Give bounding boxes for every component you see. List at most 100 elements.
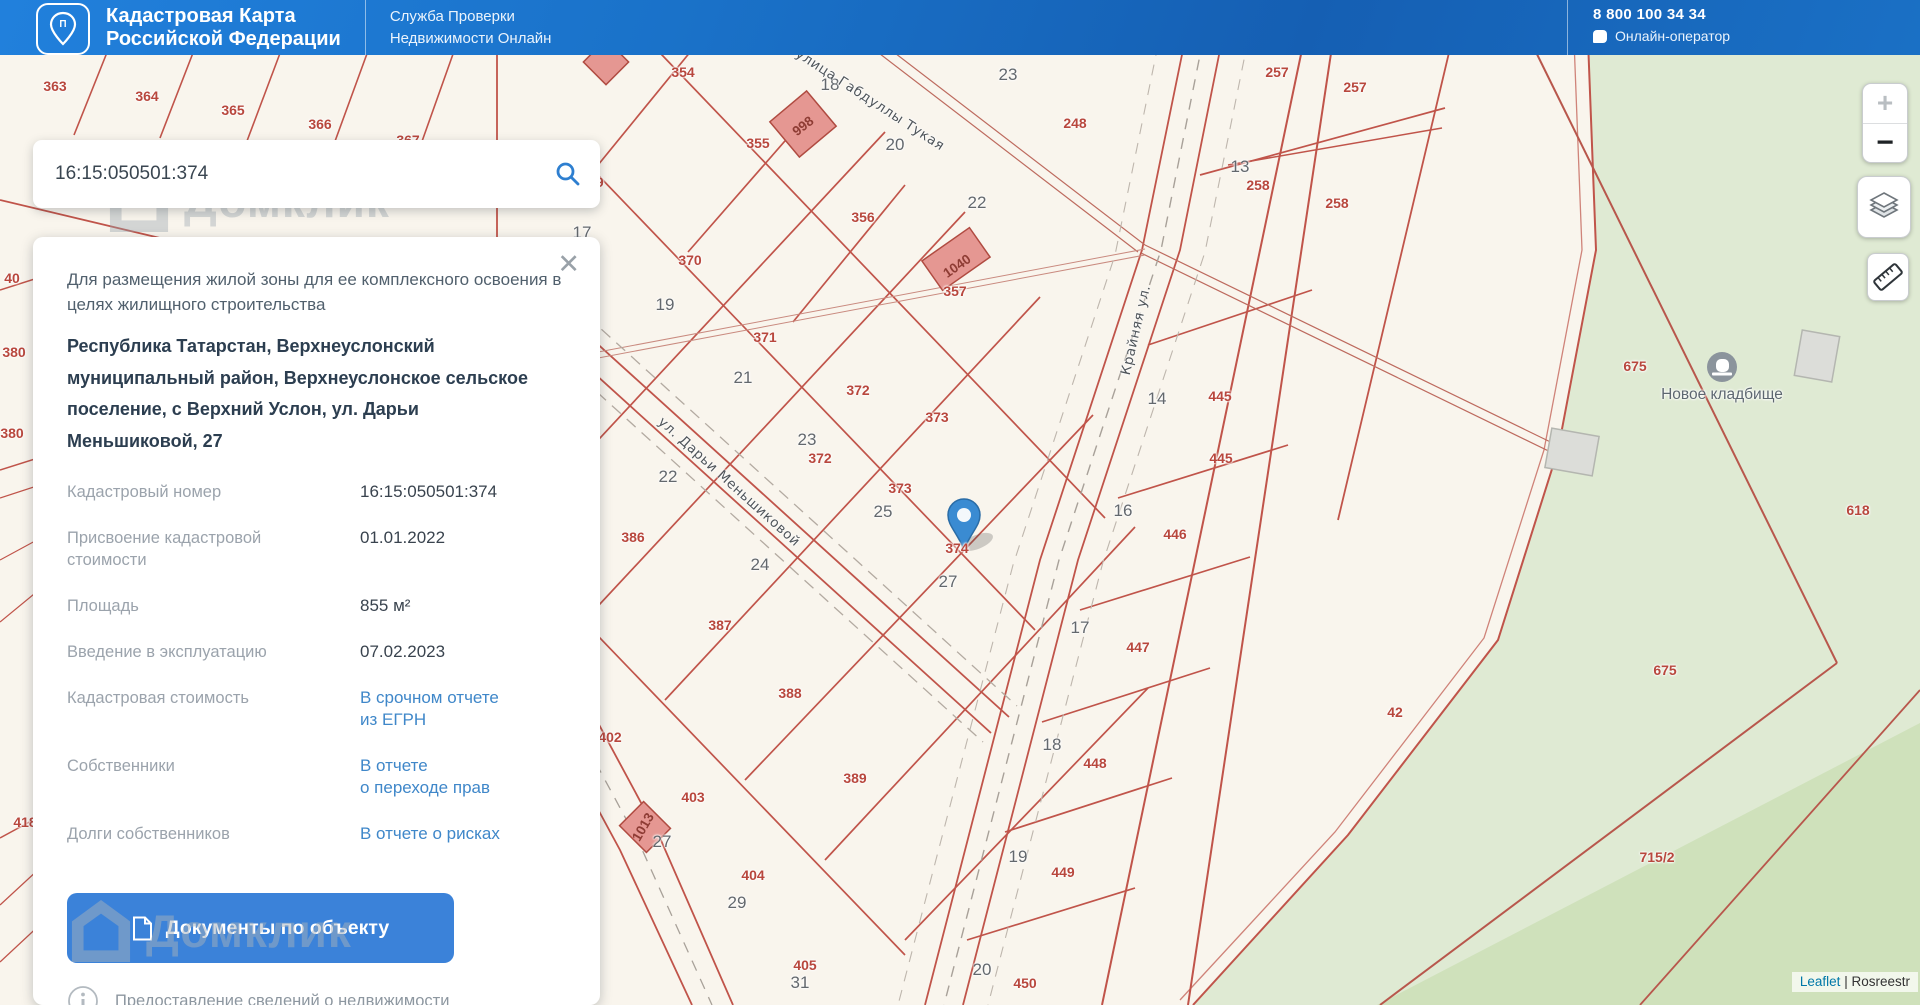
document-icon — [132, 916, 152, 940]
detail-label: Собственники — [67, 757, 175, 775]
parcel-number-label: 380 — [2, 344, 26, 360]
header-divider — [364, 0, 366, 55]
object-info-panel: ✕ Для размещения жилой зоны для ее компл… — [33, 237, 600, 1005]
online-operator-button[interactable]: Онлайн-оператор — [1593, 28, 1920, 44]
parcel-number-label: 373 — [925, 409, 949, 425]
parcel-number-label: 380 — [0, 425, 24, 441]
parcel-number-label: 675 — [1653, 662, 1677, 678]
parcel-number-label: 373 — [888, 480, 912, 496]
parcel-number-label: 403 — [681, 789, 705, 805]
address-number-label: 20 — [972, 960, 992, 979]
detail-link[interactable]: В отчете о рисках — [360, 823, 570, 845]
parcel-number-label: 405 — [793, 957, 817, 973]
chat-icon — [1593, 29, 1607, 43]
parcel-number-label: 366 — [308, 116, 332, 132]
detail-label: Введение в эксплуатацию — [67, 643, 267, 661]
address-number-label: 13 — [1230, 157, 1250, 176]
detail-row: Присвоение кадастровой стоимости 01.01.2… — [67, 527, 570, 571]
building-gray — [1544, 427, 1600, 477]
parcel-number-label: 371 — [753, 329, 777, 345]
header: П Кадастровая Карта Российской Федерации… — [0, 0, 1920, 55]
parcel-number-label: 257 — [1265, 64, 1289, 80]
app-logo[interactable]: П — [36, 2, 90, 55]
search-icon[interactable] — [554, 160, 582, 188]
address-number-label: 31 — [790, 973, 810, 992]
address-number-label: 23 — [797, 430, 817, 449]
address-number-label: 21 — [733, 368, 753, 387]
address-number-label: 16 — [1113, 501, 1133, 520]
address-number-label: 17 — [1070, 618, 1090, 637]
documents-button[interactable]: Документы по объекту — [67, 893, 454, 963]
parcel-number-label: 445 — [1208, 388, 1232, 404]
building-gray — [1793, 329, 1841, 383]
zoom-in-button[interactable]: + — [1863, 84, 1907, 124]
panel-footer-note: Предоставление сведений о недвижимости — [67, 985, 570, 1005]
support-phone: 8 800 100 34 34 — [1593, 6, 1706, 23]
object-details: Кадастровый номер 16:15:050501:374 Присв… — [67, 481, 570, 845]
app-title: Кадастровая Карта Российской Федерации — [106, 4, 341, 50]
detail-value: 855 м² — [360, 596, 411, 615]
parcel-number-label: 258 — [1246, 177, 1270, 193]
detail-value: 07.02.2023 — [360, 642, 446, 661]
detail-value: 16:15:050501:374 — [360, 482, 498, 501]
close-icon[interactable]: ✕ — [551, 249, 586, 280]
object-address: Республика Татарстан, Верхнеуслонский му… — [67, 336, 528, 451]
parcel-number-label: 715/2 — [1639, 849, 1675, 865]
parcel-number-label: 449 — [1051, 864, 1075, 880]
detail-link[interactable]: В отчете о переходе прав — [360, 755, 570, 799]
parcel-number-label: 387 — [708, 617, 732, 633]
parcel-number-label: 365 — [221, 102, 245, 118]
cemetery-label: Новое кладбище — [1661, 386, 1783, 403]
parcel-number-label: 257 — [1343, 79, 1367, 95]
parcel-number-label: 356 — [851, 209, 875, 225]
parcel-number-label: 248 — [1063, 115, 1087, 131]
detail-value: 01.01.2022 — [360, 528, 446, 547]
detail-row: Кадастровая стоимость В срочном отчете из… — [67, 687, 570, 731]
address-number-label: 27 — [938, 572, 958, 591]
parcel-number-label: 386 — [621, 529, 645, 545]
parcel-number-label: 388 — [778, 685, 802, 701]
detail-label: Площадь — [67, 597, 139, 615]
ruler-icon — [1873, 263, 1903, 291]
detail-row: Долги собственников В отчете о рисках — [67, 823, 570, 845]
land-use-description: Для размещения жилой зоны для ее комплек… — [67, 270, 562, 314]
address-number-label: 29 — [727, 893, 747, 912]
address-number-label: 22 — [967, 193, 987, 212]
rosreestr-link[interactable]: Rosreestr — [1851, 974, 1910, 989]
menu-verification-service[interactable]: Служба Проверки Недвижимости Онлайн — [390, 6, 552, 50]
detail-row: Кадастровый номер 16:15:050501:374 — [67, 481, 570, 503]
attribution-divider: | — [1844, 974, 1848, 989]
parcel-number-label: 618 — [1846, 502, 1870, 518]
parcel-number-label: 402 — [598, 729, 622, 745]
layers-button[interactable] — [1857, 176, 1911, 238]
parcel-number-label: 448 — [1083, 755, 1107, 771]
app-window: 3633643653663673693543553563573703713723… — [0, 0, 1920, 1005]
address-number-label: 22 — [658, 467, 678, 486]
parcel-number-label: 446 — [1163, 526, 1187, 542]
address-number-label: 25 — [873, 502, 893, 521]
parcel-number-label: 675 — [1623, 358, 1647, 374]
search-bar — [33, 140, 600, 208]
detail-label: Кадастровый номер — [67, 483, 222, 501]
zoom-out-button[interactable]: − — [1863, 124, 1907, 163]
layers-icon — [1869, 192, 1899, 218]
map-attribution: Leaflet | Rosreestr — [1791, 972, 1918, 992]
detail-label: Присвоение кадастровой стоимости — [67, 529, 262, 569]
zoom-control: + − — [1862, 83, 1908, 163]
parcel-number-label: 258 — [1325, 195, 1349, 211]
parcel-number-label: 372 — [846, 382, 870, 398]
detail-label: Долги собственников — [67, 825, 230, 843]
parcel-number-label: 40 — [4, 270, 20, 286]
parcel-number-label: 357 — [943, 283, 967, 299]
parcel-number-label: 450 — [1013, 975, 1037, 991]
parcel-number-label: 372 — [808, 450, 832, 466]
measure-button[interactable] — [1867, 253, 1909, 301]
address-number-label: 23 — [998, 65, 1018, 84]
detail-link[interactable]: В срочном отчете из ЕГРН — [360, 687, 570, 731]
parcel-number-label: 445 — [1209, 450, 1233, 466]
search-input[interactable] — [53, 162, 554, 186]
detail-row: Площадь 855 м² — [67, 595, 570, 617]
parcel-number-label: 370 — [678, 252, 702, 268]
leaflet-link[interactable]: Leaflet — [1800, 974, 1841, 989]
parcel-number-label: 404 — [741, 867, 765, 883]
